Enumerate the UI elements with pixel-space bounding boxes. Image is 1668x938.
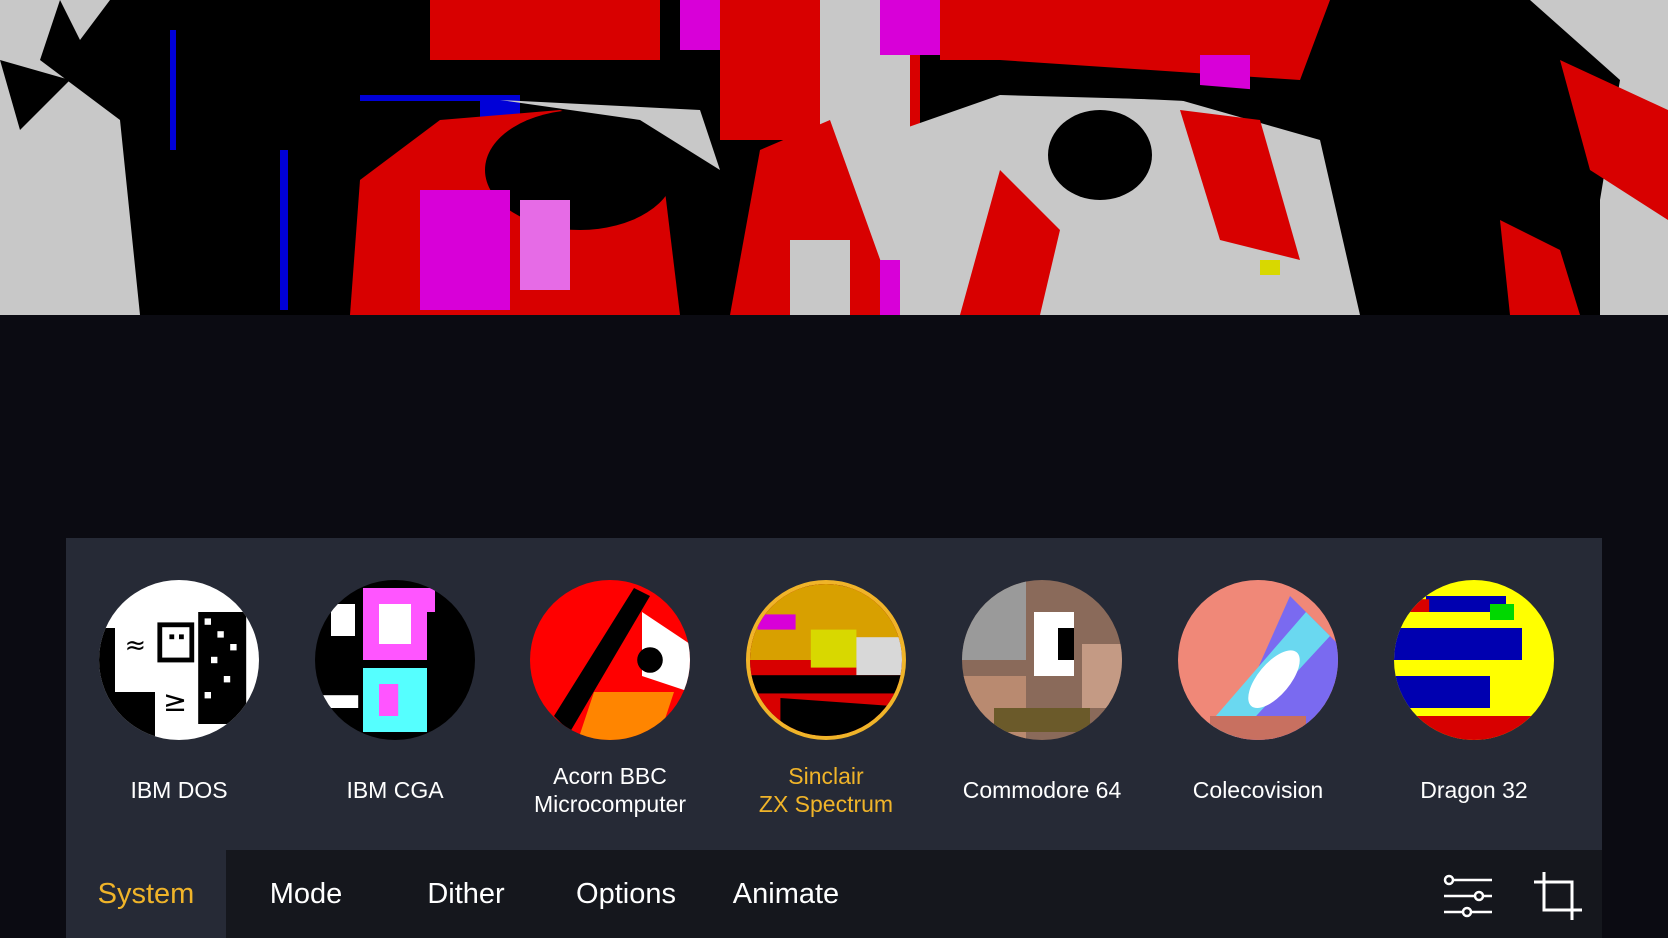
system-label: Commodore 64 [962, 777, 1122, 803]
crop-icon[interactable] [1532, 870, 1584, 922]
tab-animate[interactable]: Animate [706, 850, 866, 938]
system-label: Dragon 32 [1420, 777, 1528, 803]
tab-mode[interactable]: Mode [226, 850, 386, 938]
control-panel: ≈ ≥ IBM DOS IBM CGA Acorn BBC Microcompu… [66, 538, 1602, 938]
sliders-icon[interactable] [1442, 870, 1494, 922]
commodore-64-thumbnail [962, 580, 1122, 740]
system-item-zx-spectrum[interactable]: Sinclair ZX Spectrum [711, 580, 941, 840]
system-label: Acorn BBC Microcomputer [533, 763, 687, 817]
system-item-acorn-bbc[interactable]: Acorn BBC Microcomputer [495, 580, 725, 840]
system-carousel[interactable]: ≈ ≥ IBM DOS IBM CGA Acorn BBC Microcompu… [66, 538, 1602, 850]
system-label: IBM CGA [346, 777, 444, 803]
tab-bar: System Mode Dither Options Animate [66, 850, 1602, 938]
tab-system[interactable]: System [66, 850, 226, 938]
colecovision-thumbnail [1178, 580, 1338, 740]
system-item-colecovision[interactable]: Colecovision [1143, 580, 1373, 840]
system-label: Colecovision [1192, 777, 1324, 803]
preview-image [0, 0, 1668, 315]
system-label: Sinclair ZX Spectrum [758, 763, 894, 817]
system-item-dragon-32[interactable]: Dragon 32 [1359, 580, 1589, 840]
tab-dither[interactable]: Dither [386, 850, 546, 938]
dragon-32-thumbnail [1394, 580, 1554, 740]
system-item-ibm-dos[interactable]: ≈ ≥ IBM DOS [66, 580, 294, 840]
acorn-bbc-thumbnail [530, 580, 690, 740]
system-item-commodore-64[interactable]: Commodore 64 [927, 580, 1157, 840]
system-label: IBM DOS [130, 777, 228, 803]
zx-spectrum-thumbnail [746, 580, 906, 740]
ibm-cga-thumbnail [315, 580, 475, 740]
ibm-dos-thumbnail: ≈ ≥ [99, 580, 259, 740]
svg-text:≈: ≈ [125, 631, 146, 661]
system-item-ibm-cga[interactable]: IBM CGA [280, 580, 510, 840]
tab-options[interactable]: Options [546, 850, 706, 938]
svg-text:≥: ≥ [163, 684, 187, 718]
